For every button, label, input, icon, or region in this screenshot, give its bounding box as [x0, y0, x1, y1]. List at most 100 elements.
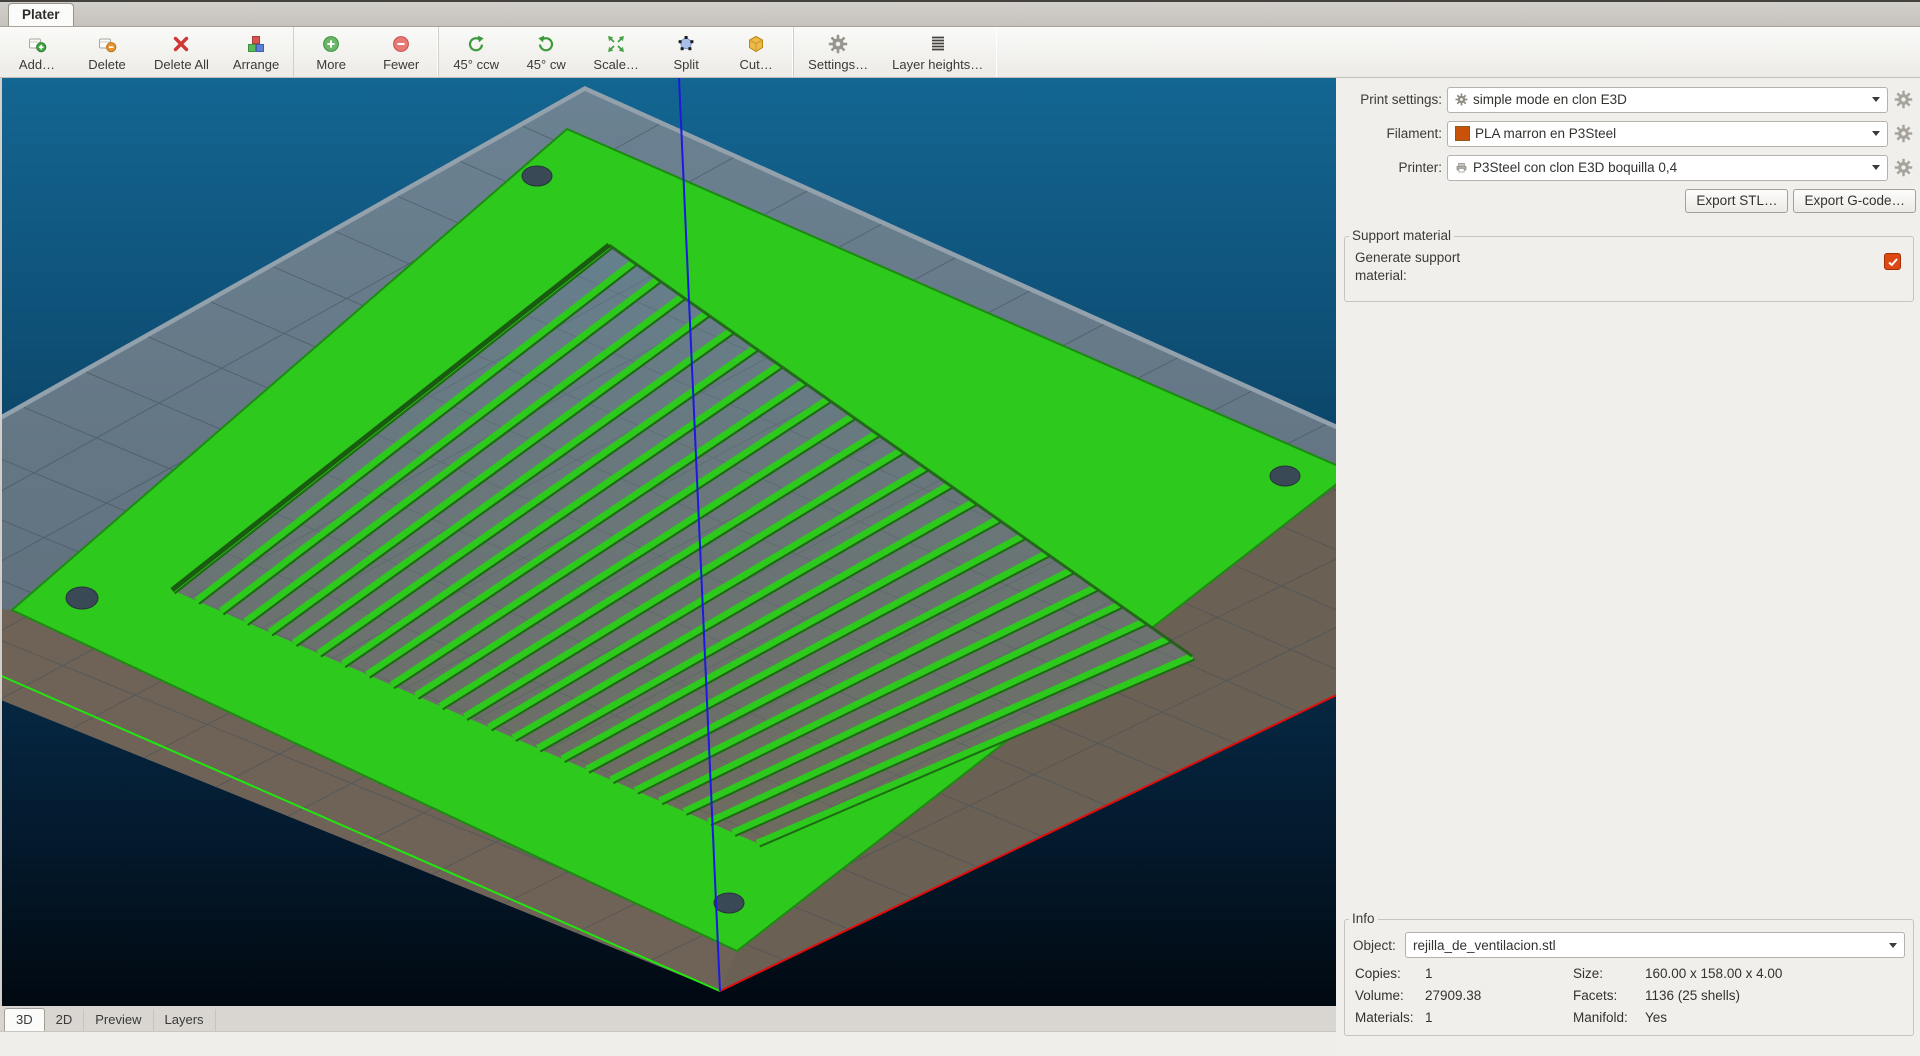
layer-heights-label: Layer heights… — [892, 57, 983, 72]
facets-label: Facets: — [1573, 988, 1645, 1003]
delete-all-icon — [171, 34, 191, 55]
info-group: Info Object: rejilla_de_ventilacion.stl … — [1344, 919, 1914, 1036]
generate-support-label: Generate support material: — [1355, 249, 1505, 301]
mounting-hole — [1270, 466, 1300, 486]
filament-color-swatch — [1455, 126, 1470, 141]
toolbar-group-objects: Add… Delete Delete All Arrange — [0, 27, 293, 77]
scale-icon — [606, 34, 626, 55]
cut-icon — [746, 34, 766, 55]
more-icon — [321, 34, 341, 55]
scale-label: Scale… — [593, 57, 639, 72]
export-gcode-button[interactable]: Export G-code… — [1793, 189, 1916, 213]
scale-button[interactable]: Scale… — [581, 27, 651, 77]
rotate-ccw-button[interactable]: 45° ccw — [441, 27, 511, 77]
rotate-cw-button[interactable]: 45° cw — [511, 27, 581, 77]
delete-label: Delete — [88, 57, 126, 72]
print-settings-value: simple mode en clon E3D — [1473, 92, 1863, 107]
settings-button[interactable]: Settings… — [796, 27, 880, 77]
delete-box-icon — [97, 34, 117, 55]
rotate-cw-label: 45° cw — [527, 57, 566, 72]
rotate-cw-icon — [536, 34, 556, 55]
print-settings-row: Print settings: simple mode en clon E3D — [1342, 86, 1916, 113]
view-tab-2d[interactable]: 2D — [45, 1009, 85, 1031]
cut-label: Cut… — [740, 57, 773, 72]
support-material-group: Support material Generate support materi… — [1344, 236, 1914, 302]
tab-plater[interactable]: Plater — [8, 3, 74, 26]
rotate-ccw-icon — [466, 34, 486, 55]
layer-heights-button[interactable]: Layer heights… — [880, 27, 995, 77]
toolbar-group-settings: Settings… Layer heights… — [793, 27, 997, 77]
toolbar-group-transform: 45° ccw 45° cw Scale… Split — [438, 27, 793, 77]
fewer-label: Fewer — [383, 57, 419, 72]
fewer-icon — [391, 34, 411, 55]
split-icon — [676, 34, 696, 55]
fewer-button[interactable]: Fewer — [366, 27, 436, 77]
slic3r-window: Plater Add… Delete Delete All — [0, 0, 1920, 1056]
object-combo[interactable]: rejilla_de_ventilacion.stl — [1405, 932, 1905, 958]
mounting-hole — [522, 166, 552, 186]
materials-value: 1 — [1425, 1010, 1573, 1025]
split-label: Split — [674, 57, 699, 72]
split-button[interactable]: Split — [651, 27, 721, 77]
export-row: Export STL… Export G-code… — [1342, 189, 1916, 213]
copies-value: 1 — [1425, 966, 1573, 981]
generate-support-checkbox[interactable] — [1884, 253, 1901, 270]
arrange-button[interactable]: Arrange — [221, 27, 291, 77]
view-tab-bar: 3D 2D Preview Layers — [0, 1006, 1336, 1031]
add-button[interactable]: Add… — [2, 27, 72, 77]
materials-label: Materials: — [1355, 1010, 1425, 1025]
more-label: More — [316, 57, 346, 72]
delete-button[interactable]: Delete — [72, 27, 142, 77]
printer-label: Printer: — [1342, 160, 1442, 175]
object-value: rejilla_de_ventilacion.stl — [1413, 938, 1880, 953]
main-area: 3D 2D Preview Layers Print settings: sim… — [0, 78, 1920, 1056]
toolbar-group-copies: More Fewer — [293, 27, 438, 77]
printer-combo[interactable]: P3Steel con clon E3D boquilla 0,4 — [1447, 155, 1888, 181]
plater-toolbar: Add… Delete Delete All Arrange — [0, 27, 1920, 78]
chevron-down-icon — [1889, 943, 1897, 948]
3d-viewport[interactable] — [0, 78, 1336, 1006]
rotate-ccw-label: 45° ccw — [453, 57, 499, 72]
view-tab-preview[interactable]: Preview — [84, 1009, 153, 1031]
printer-icon — [1455, 161, 1468, 174]
add-label: Add… — [19, 57, 55, 72]
printer-value: P3Steel con clon E3D boquilla 0,4 — [1473, 160, 1863, 175]
info-legend: Info — [1349, 911, 1378, 926]
settings-gear-icon — [828, 34, 848, 55]
manifold-value: Yes — [1645, 1010, 1903, 1025]
mounting-hole — [714, 893, 744, 913]
export-stl-button[interactable]: Export STL… — [1685, 189, 1788, 213]
settings-panel: Print settings: simple mode en clon E3D … — [1336, 78, 1920, 1056]
object-row: Object: rejilla_de_ventilacion.stl — [1353, 932, 1905, 958]
cut-button[interactable]: Cut… — [721, 27, 791, 77]
notebook-tab-bar: Plater — [0, 0, 1920, 27]
printer-gear-button[interactable] — [1890, 155, 1916, 181]
delete-all-label: Delete All — [154, 57, 209, 72]
chevron-down-icon — [1872, 97, 1880, 102]
arrange-icon — [246, 34, 266, 55]
manifold-label: Manifold: — [1573, 1010, 1645, 1025]
print-settings-label: Print settings: — [1342, 92, 1442, 107]
chevron-down-icon — [1872, 165, 1880, 170]
mounting-hole — [66, 587, 98, 609]
viewport-column: 3D 2D Preview Layers — [0, 78, 1336, 1056]
view-tab-layers[interactable]: Layers — [154, 1009, 216, 1031]
support-material-legend: Support material — [1349, 228, 1454, 243]
filament-combo[interactable]: PLA marron en P3Steel — [1447, 121, 1888, 147]
check-icon — [1887, 256, 1899, 268]
volume-label: Volume: — [1355, 988, 1425, 1003]
filament-label: Filament: — [1342, 126, 1442, 141]
add-box-icon — [27, 34, 47, 55]
print-settings-gear-button[interactable] — [1890, 87, 1916, 113]
copies-label: Copies: — [1355, 966, 1425, 981]
chevron-down-icon — [1872, 131, 1880, 136]
filament-gear-button[interactable] — [1890, 121, 1916, 147]
delete-all-button[interactable]: Delete All — [142, 27, 221, 77]
view-tab-3d[interactable]: 3D — [4, 1008, 45, 1031]
preset-gear-icon — [1455, 93, 1468, 106]
print-settings-combo[interactable]: simple mode en clon E3D — [1447, 87, 1888, 113]
info-grid: Copies: 1 Size: 160.00 x 158.00 x 4.00 V… — [1353, 966, 1905, 1029]
more-button[interactable]: More — [296, 27, 366, 77]
size-label: Size: — [1573, 966, 1645, 981]
status-bar — [0, 1031, 1336, 1056]
